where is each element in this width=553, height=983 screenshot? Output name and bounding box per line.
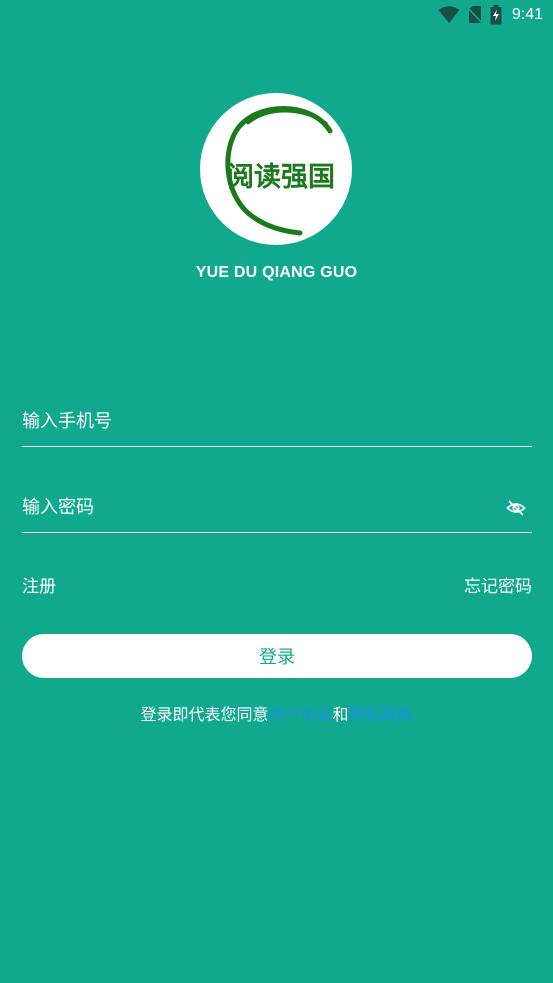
user-agreement-link[interactable]: 用户协议 (268, 705, 332, 724)
status-icons: 9:41 (438, 5, 543, 25)
wifi-icon (438, 6, 460, 24)
eye-off-icon[interactable] (506, 498, 526, 518)
password-field (22, 484, 532, 533)
agreement-and: 和 (332, 705, 349, 724)
logo-caption: YUE DU QIANG GUO (195, 264, 358, 281)
forgot-password-link[interactable]: 忘记密码 (464, 572, 532, 597)
phone-input[interactable] (22, 406, 492, 436)
login-button[interactable]: 登录 (22, 634, 532, 678)
status-bar: 9:41 (0, 0, 553, 30)
phone-field (22, 398, 532, 447)
privacy-policy-link[interactable]: 隐私政策 (349, 705, 413, 724)
agreement-text: 登录即代表您同意用户协议和隐私政策 (0, 701, 553, 725)
agreement-prefix: 登录即代表您同意 (140, 705, 269, 724)
app-logo: 阅读强国 (200, 93, 352, 245)
register-link[interactable]: 注册 (22, 572, 56, 597)
battery-charging-icon (490, 5, 502, 25)
logo-text: 阅读强国 (227, 162, 335, 193)
auth-links: 注册 忘记密码 (22, 572, 532, 598)
status-time: 9:41 (511, 6, 543, 23)
no-sim-icon (467, 6, 482, 24)
password-input[interactable] (22, 492, 492, 522)
